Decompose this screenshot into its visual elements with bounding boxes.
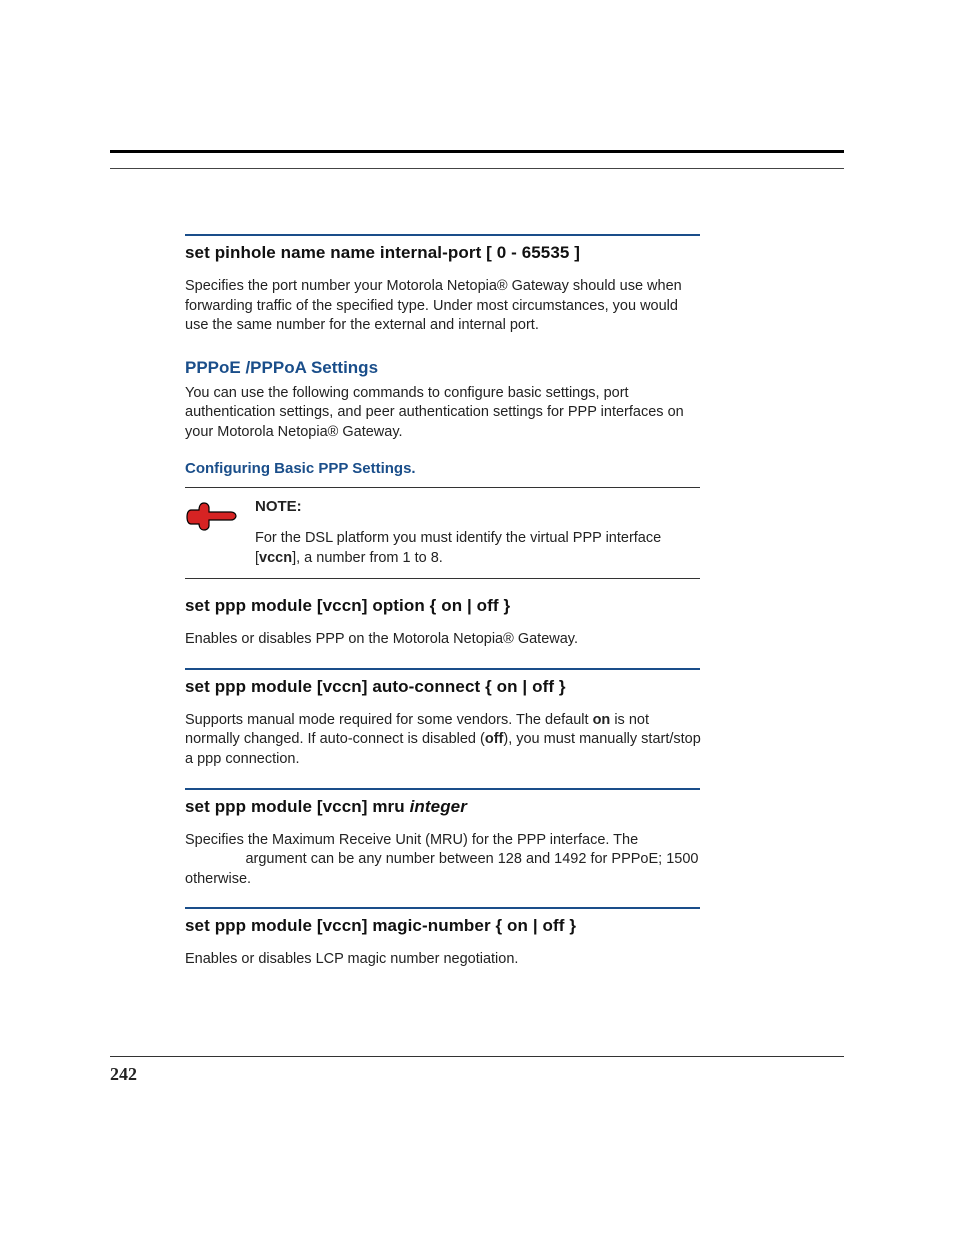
note-body-post: ], a number from 1 to 8. <box>292 550 443 566</box>
body-magic: Enables or disables LCP magic number neg… <box>185 950 705 970</box>
note-text: NOTE: For the DSL platform you must iden… <box>255 498 705 568</box>
body-option: Enables or disables PPP on the Motorola … <box>185 630 705 650</box>
note-label: NOTE: <box>255 498 705 515</box>
cmd-heading-auto: set ppp module [vccn] auto-connect { on … <box>185 676 705 699</box>
t: Supports manual mode required for some v… <box>185 712 593 728</box>
page-number: 242 <box>110 1064 137 1085</box>
section-rule <box>185 907 700 909</box>
body-auto: Supports manual mode required for some v… <box>185 711 705 770</box>
section-rule <box>185 668 700 670</box>
t: set ppp module [vccn] mru <box>185 797 410 816</box>
t-off: off <box>485 731 504 747</box>
body-pppoe-intro: You can use the following commands to co… <box>185 384 705 443</box>
header-rule-thin <box>110 168 844 169</box>
section-title-pppoe: PPPoE /PPPoA Settings <box>185 358 705 378</box>
note-block: NOTE: For the DSL platform you must iden… <box>185 487 705 579</box>
page: set pinhole name name internal-port [ 0 … <box>0 0 954 1235</box>
subhead-configuring: Configuring Basic PPP Settings. <box>185 460 705 477</box>
t-on: on <box>593 712 611 728</box>
cmd-heading-mru: set ppp module [vccn] mru integer <box>185 796 705 819</box>
cmd-heading-magic: set ppp module [vccn] magic-number { on … <box>185 915 705 938</box>
cmd-heading-pinhole: set pinhole name name internal-port [ 0 … <box>185 242 705 265</box>
pointing-hand-icon <box>185 498 255 534</box>
t: Specifies the Maximum Receive Unit (MRU)… <box>185 832 638 848</box>
note-body: For the DSL platform you must identify t… <box>255 529 705 568</box>
body-mru: Specifies the Maximum Receive Unit (MRU)… <box>185 831 705 890</box>
note-rule-bottom <box>185 578 700 579</box>
cmd-heading-option: set ppp module [vccn] option { on | off … <box>185 595 705 618</box>
footer-rule <box>110 1056 844 1057</box>
content-area: set pinhole name name internal-port [ 0 … <box>185 234 705 970</box>
gap <box>185 851 245 867</box>
body-pinhole: Specifies the port number your Motorola … <box>185 277 705 336</box>
t-ital: integer <box>410 797 467 816</box>
note-body-bold: vccn <box>259 550 292 566</box>
header-rule-thick <box>110 150 844 153</box>
section-rule <box>185 234 700 236</box>
t: argument can be any number between 128 a… <box>185 851 698 887</box>
section-rule <box>185 788 700 790</box>
